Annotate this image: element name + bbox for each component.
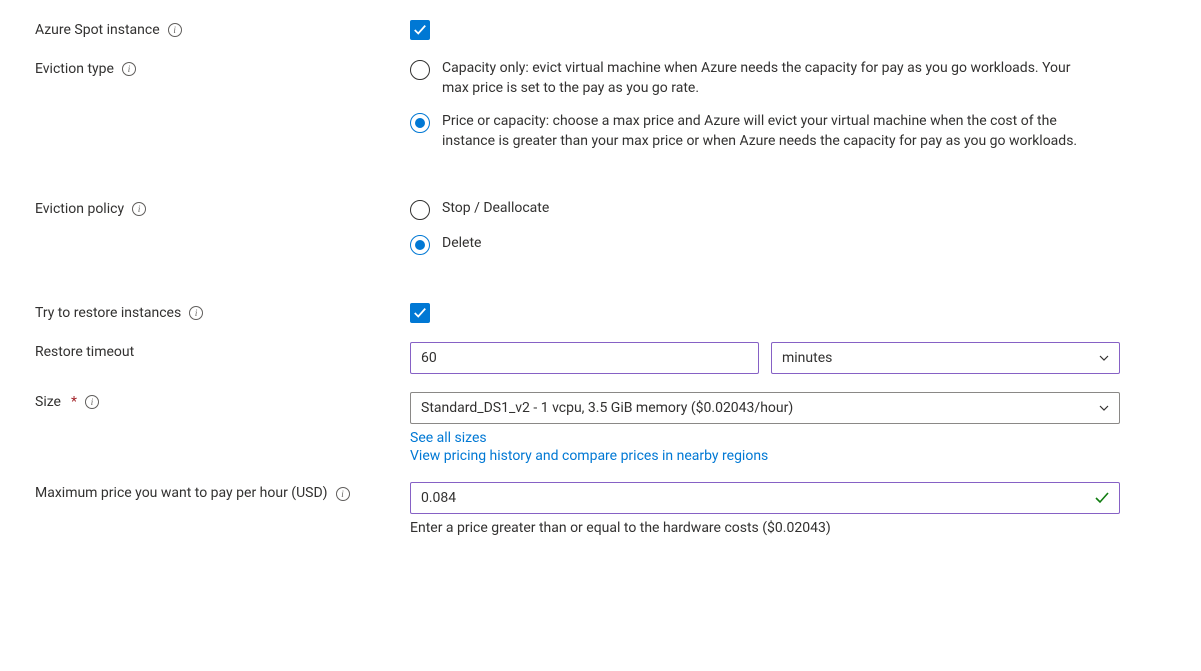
eviction-type-price-or-capacity[interactable]: Price or capacity: choose a max price an… <box>410 112 1120 151</box>
radio-icon <box>410 200 430 220</box>
pricing-history-link[interactable]: View pricing history and compare prices … <box>410 448 768 464</box>
radio-icon <box>410 113 430 133</box>
checkmark-icon <box>1094 490 1110 506</box>
radio-icon <box>410 60 430 80</box>
restore-timeout-label: Restore timeout <box>35 344 134 360</box>
info-icon[interactable]: i <box>168 23 182 37</box>
eviction-type-label: Eviction type <box>35 61 114 77</box>
radio-icon <box>410 235 430 255</box>
see-all-sizes-link[interactable]: See all sizes <box>410 430 487 446</box>
max-price-label: Maximum price you want to pay per hour (… <box>35 484 328 504</box>
info-icon[interactable]: i <box>132 202 146 216</box>
eviction-type-label-row: Eviction type i <box>35 59 410 77</box>
eviction-policy-delete[interactable]: Delete <box>410 234 1120 255</box>
info-icon[interactable]: i <box>122 62 136 76</box>
max-price-input[interactable] <box>410 482 1120 514</box>
eviction-policy-label-row: Eviction policy i <box>35 199 410 217</box>
info-icon[interactable]: i <box>336 487 350 501</box>
info-icon[interactable]: i <box>189 306 203 320</box>
check-icon <box>413 306 427 320</box>
required-indicator: * <box>71 394 77 410</box>
radio-label: Stop / Deallocate <box>442 199 549 219</box>
restore-label: Try to restore instances <box>35 305 181 321</box>
spot-label-row: Azure Spot instance i <box>35 20 410 38</box>
max-price-label-row: Maximum price you want to pay per hour (… <box>35 482 410 504</box>
restore-checkbox[interactable] <box>410 303 430 323</box>
spot-label: Azure Spot instance <box>35 22 160 38</box>
restore-timeout-unit-select[interactable]: minutes <box>771 342 1120 374</box>
spot-checkbox[interactable] <box>410 20 430 40</box>
eviction-policy-label: Eviction policy <box>35 201 124 217</box>
restore-label-row: Try to restore instances i <box>35 303 410 321</box>
check-icon <box>413 23 427 37</box>
info-icon[interactable]: i <box>85 395 99 409</box>
eviction-policy-stop-deallocate[interactable]: Stop / Deallocate <box>410 199 1120 220</box>
radio-label: Capacity only: evict virtual machine whe… <box>442 59 1082 98</box>
radio-label: Delete <box>442 234 481 254</box>
size-select[interactable]: Standard_DS1_v2 - 1 vcpu, 3.5 GiB memory… <box>410 392 1120 424</box>
max-price-helper: Enter a price greater than or equal to t… <box>410 520 1120 536</box>
restore-timeout-label-row: Restore timeout <box>35 342 410 360</box>
size-label: Size <box>35 394 61 410</box>
eviction-type-capacity-only[interactable]: Capacity only: evict virtual machine whe… <box>410 59 1120 98</box>
size-label-row: Size * i <box>35 392 410 410</box>
restore-timeout-input[interactable] <box>410 342 759 374</box>
radio-label: Price or capacity: choose a max price an… <box>442 112 1082 151</box>
